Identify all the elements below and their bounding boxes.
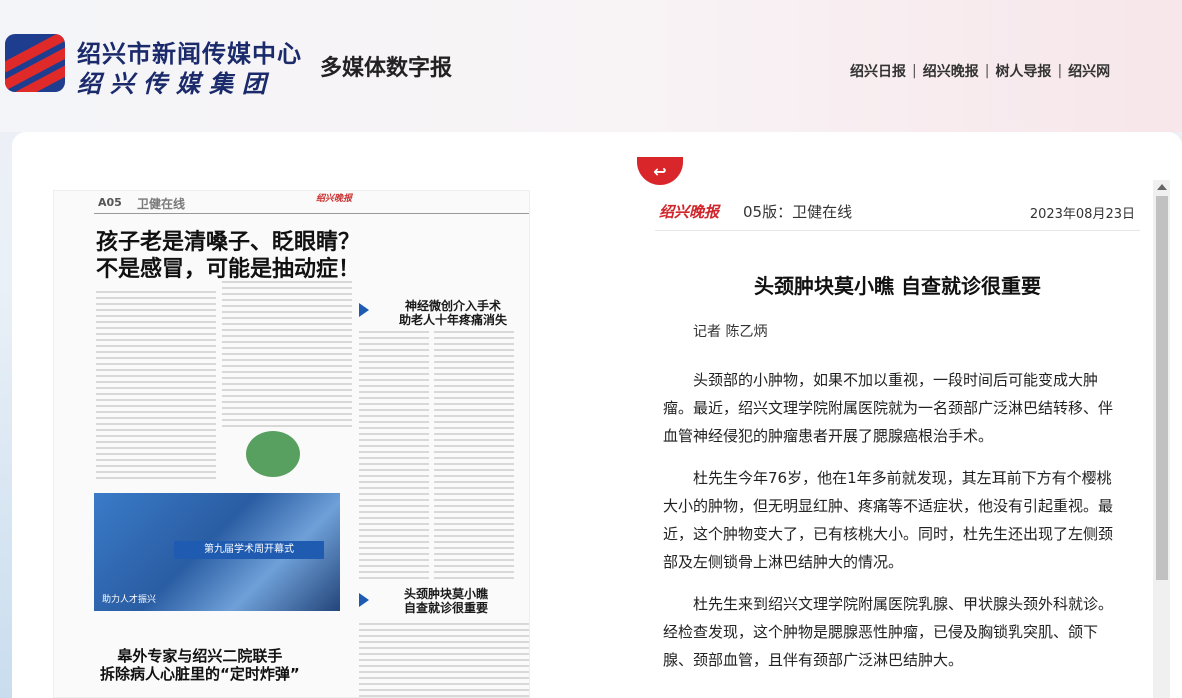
paper-headline-line: 拆除病人心脏里的“定时炸弹” xyxy=(100,665,300,683)
site-header: 绍兴市新闻传媒中心 绍兴传媒集团 多媒体数字报 绍兴日报 | 绍兴晚报 | 树人… xyxy=(0,0,1182,132)
scrollbar-thumb[interactable] xyxy=(1156,196,1168,580)
paper-arrow-icon xyxy=(359,593,369,607)
nav-link-shaoxing-net[interactable]: 绍兴网 xyxy=(1068,61,1110,81)
paper-headline-line: 皋外专家与绍兴二院联手 xyxy=(117,647,283,665)
nav-link-shaoxing-evening[interactable]: 绍兴晚报 xyxy=(923,61,979,81)
page-number: A05 xyxy=(98,196,122,209)
photo-banner-text: 第九届学术周开幕式 xyxy=(174,541,324,559)
nav-separator: | xyxy=(984,63,990,79)
article-title: 头颈肿块莫小瞧 自查就诊很重要 xyxy=(754,274,1041,298)
paper-side-headline-1[interactable]: 神经微创介入手术 助老人十年疼痛消失 xyxy=(399,299,507,327)
paper-side-headline-line: 神经微创介入手术 xyxy=(405,299,502,313)
newspaper-page-image[interactable]: A05 卫健在线 绍兴晚报 孩子老是清嗓子、眨眼睛？ 不是感冒，可能是抽动症！ … xyxy=(53,190,530,698)
nav-separator: | xyxy=(912,63,917,79)
paper-arrow-icon xyxy=(359,303,369,317)
photo-caption: 助力人才振兴 xyxy=(102,595,157,605)
page-masthead: 绍兴晚报 xyxy=(316,194,353,204)
paper-headline-line: 不是感冒，可能是抽动症！ xyxy=(96,257,361,282)
paper-side-headline-2[interactable]: 头颈肿块莫小瞧 自查就诊很重要 xyxy=(404,587,488,615)
article-body: 头颈部的小肿物，如果不加以重视，一段时间后可能变成大肿瘤。最近，绍兴文理学院附属… xyxy=(663,366,1115,688)
paper-text-column xyxy=(96,291,216,481)
paper-text-column xyxy=(359,623,529,697)
nav-link-shuren-guide[interactable]: 树人导报 xyxy=(995,61,1051,81)
logo-icon[interactable] xyxy=(5,34,65,92)
article-header: 绍兴晚报 05版：卫健在线 2023年08月23日 xyxy=(655,195,1140,231)
scroll-up-arrow-icon[interactable] xyxy=(1157,184,1167,190)
paper-text-column xyxy=(222,281,352,429)
nav-separator: | xyxy=(1057,63,1063,79)
org-group-name: 绍兴传媒集团 xyxy=(77,69,275,98)
article-paragraph: 头颈部的小肿物，如果不加以重视，一段时间后可能变成大肿瘤。最近，绍兴文理学院附属… xyxy=(663,371,1114,445)
article-paragraph: 杜先生今年76岁，他在1年多前就发现，其左耳前下方有个樱桃大小的肿物，但无明显红… xyxy=(663,469,1114,571)
divider xyxy=(94,213,529,214)
article-paragraph: 杜先生来到绍兴文理学院附属医院乳腺、甲状腺头颈外科就诊。经检查发现，这个肿物是腮… xyxy=(663,595,1114,669)
article-author: 记者 陈乙炳 xyxy=(693,324,768,340)
paper-photo[interactable]: 第九届学术周开幕式 助力人才振兴 xyxy=(94,493,340,611)
paper-logo-badge xyxy=(246,431,300,477)
paper-side-headline-line: 头颈肿块莫小瞧 xyxy=(404,587,489,601)
paper-side-headline-line: 自查就诊很重要 xyxy=(404,601,489,615)
paper-headline-bottom[interactable]: 皋外专家与绍兴二院联手 拆除病人心脏里的“定时炸弹” xyxy=(100,647,300,683)
article-brand: 绍兴晚报 xyxy=(659,203,720,221)
page-section: 卫健在线 xyxy=(137,197,186,211)
nav-link-shaoxing-daily[interactable]: 绍兴日报 xyxy=(850,61,906,81)
top-nav: 绍兴日报 | 绍兴晚报 | 树人导报 | 绍兴网 xyxy=(850,61,1110,81)
page-topbar: A05 卫健在线 绍兴晚报 xyxy=(54,191,529,215)
paper-headline-line: 孩子老是清嗓子、眨眼睛？ xyxy=(96,230,361,255)
article-edition: 05版：卫健在线 xyxy=(743,203,853,221)
paper-headline-main[interactable]: 孩子老是清嗓子、眨眼睛？ 不是感冒，可能是抽动症！ xyxy=(96,229,360,283)
site-title: 多媒体数字报 xyxy=(320,56,453,81)
paper-text-column xyxy=(434,331,514,581)
paper-text-column xyxy=(359,331,429,581)
article-date: 2023年08月23日 xyxy=(1029,207,1135,222)
paper-side-headline-line: 助老人十年疼痛消失 xyxy=(399,313,508,327)
